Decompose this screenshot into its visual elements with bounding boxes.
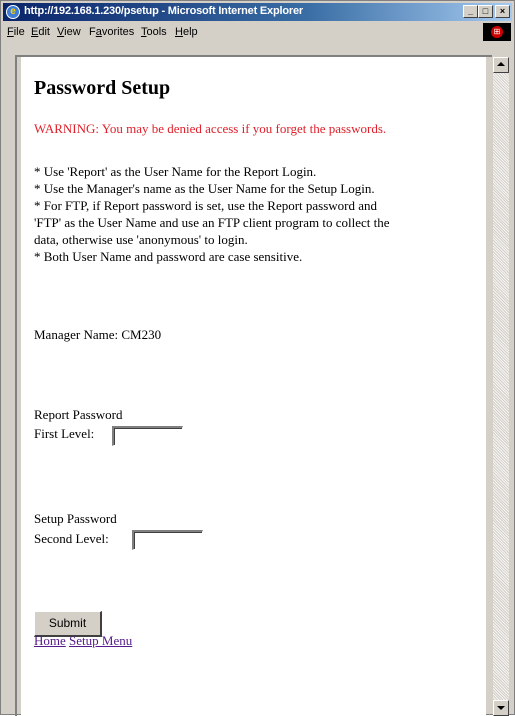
menu-view[interactable]: View bbox=[57, 26, 81, 38]
instruction-line: 'FTP' as the User Name and use an FTP cl… bbox=[34, 215, 390, 230]
instruction-line: * Use the Manager's name as the User Nam… bbox=[34, 181, 375, 196]
footer-links: Home Setup Menu bbox=[34, 633, 132, 649]
scroll-down-button[interactable] bbox=[493, 700, 509, 716]
vertical-scrollbar[interactable] bbox=[493, 57, 509, 716]
page-content: Password Setup WARNING: You may be denie… bbox=[21, 57, 486, 716]
close-button[interactable]: × bbox=[495, 5, 510, 18]
content-frame-border-left bbox=[15, 55, 17, 716]
setup-menu-link[interactable]: Setup Menu bbox=[69, 633, 132, 648]
title-bar[interactable]: e http://192.168.1.230/psetup - Microsof… bbox=[3, 3, 512, 21]
menu-edit[interactable]: Edit bbox=[31, 26, 50, 38]
home-link[interactable]: Home bbox=[34, 633, 66, 648]
first-level-label: First Level: bbox=[34, 426, 95, 441]
arrow-up-icon bbox=[497, 62, 505, 66]
arrow-down-icon bbox=[497, 706, 505, 710]
instruction-line: * For FTP, if Report password is set, us… bbox=[34, 198, 378, 213]
password-warning: WARNING: You may be denied access if you… bbox=[34, 121, 387, 136]
page-title: Password Setup bbox=[34, 77, 171, 99]
menu-file[interactable]: File bbox=[7, 26, 25, 38]
browser-window: e http://192.168.1.230/psetup - Microsof… bbox=[0, 0, 515, 716]
report-password-heading: Report Password bbox=[34, 407, 123, 422]
setup-password-input[interactable] bbox=[132, 530, 203, 550]
instructions: * Use 'Report' as the User Name for the … bbox=[34, 163, 479, 265]
second-level-label: Second Level: bbox=[34, 531, 109, 546]
minimize-button[interactable]: _ bbox=[463, 5, 478, 18]
scroll-up-button[interactable] bbox=[493, 57, 509, 73]
instruction-line: * Use 'Report' as the User Name for the … bbox=[34, 164, 317, 179]
menu-favorites[interactable]: Favorites bbox=[89, 26, 134, 38]
maximize-button[interactable]: □ bbox=[478, 5, 493, 18]
internet-explorer-icon: e bbox=[6, 5, 20, 19]
instruction-line: * Both User Name and password are case s… bbox=[34, 249, 303, 264]
report-password-input[interactable] bbox=[112, 426, 183, 446]
windows-logo-icon: ⊞ bbox=[491, 26, 503, 38]
instruction-line: data, otherwise use 'anonymous' to login… bbox=[34, 232, 248, 247]
menu-tools[interactable]: Tools bbox=[141, 26, 167, 38]
manager-name: Manager Name: CM230 bbox=[34, 327, 162, 342]
windows-logo-throbber: ⊞ bbox=[483, 23, 511, 41]
menu-help[interactable]: Help bbox=[175, 26, 198, 38]
menu-bar: File Edit View Favorites Tools Help ⊞ bbox=[3, 22, 512, 42]
window-title: http://192.168.1.230/psetup - Microsoft … bbox=[24, 5, 303, 17]
setup-password-heading: Setup Password bbox=[34, 511, 117, 526]
